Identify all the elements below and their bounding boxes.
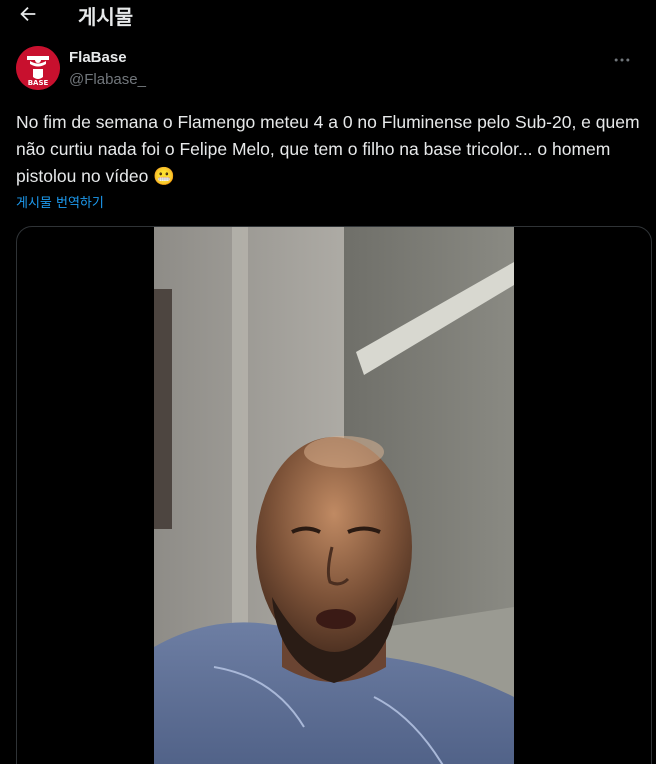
avatar-logo-text: BASE [28, 79, 49, 87]
more-horizontal-icon [614, 58, 630, 62]
avatar[interactable]: BASE [16, 46, 60, 90]
more-button[interactable] [610, 50, 634, 70]
translate-post-link[interactable]: 게시물 번역하기 [16, 192, 104, 211]
flabase-logo-icon: BASE [16, 46, 60, 90]
handle[interactable]: @Flabase_ [69, 71, 146, 88]
display-name[interactable]: FlaBase [69, 49, 127, 66]
video-mouth [316, 609, 356, 629]
video-door-frame [154, 289, 172, 529]
media-card [16, 226, 652, 764]
video-player[interactable] [154, 227, 514, 764]
author-row: BASE FlaBase @Flabase_ [16, 46, 640, 92]
tweet-text: No fim de semana o Flamengo meteu 4 a 0 … [16, 112, 645, 186]
video-head-highlight [304, 436, 384, 468]
tweet-detail-page: 게시물 BASE FlaBase @Flabase_ No fim de sem… [0, 0, 656, 764]
top-bar: 게시물 [0, 0, 656, 30]
page-title: 게시물 [78, 5, 134, 29]
arrow-left-icon [20, 6, 36, 22]
back-button[interactable] [14, 0, 42, 28]
